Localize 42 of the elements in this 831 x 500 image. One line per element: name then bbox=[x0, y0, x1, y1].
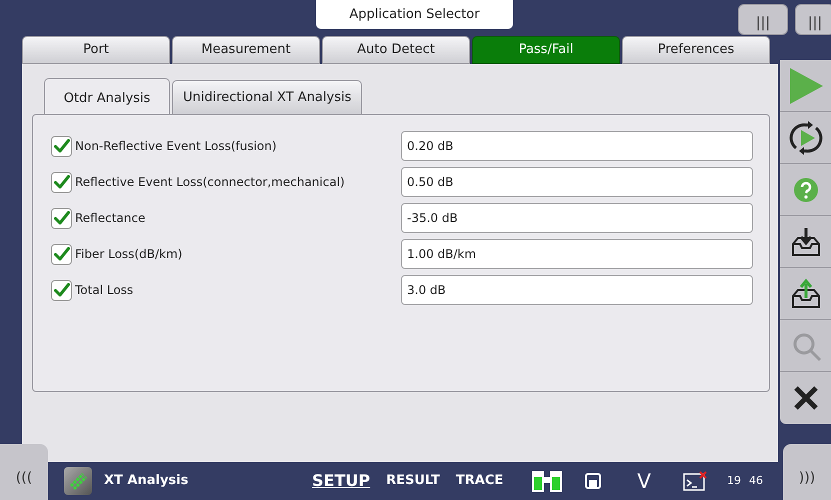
app-icon[interactable] bbox=[64, 467, 92, 495]
corner-tab[interactable]: ||| bbox=[738, 4, 788, 35]
app-name: XT Analysis bbox=[104, 472, 190, 490]
app-selector-tab[interactable]: Application Selector bbox=[316, 0, 513, 29]
threshold-label: Fiber Loss(dB/km) bbox=[75, 246, 182, 263]
tab[interactable]: Port bbox=[22, 36, 170, 64]
threshold-label: Total Loss bbox=[75, 282, 134, 299]
clock-minute: 46 bbox=[748, 472, 763, 489]
threshold-label: Reflectance bbox=[75, 210, 146, 227]
tab[interactable]: Preferences bbox=[622, 36, 770, 64]
checkbox[interactable] bbox=[51, 136, 72, 156]
terminal-icon[interactable] bbox=[682, 471, 707, 491]
check-icon bbox=[54, 139, 70, 153]
tab[interactable]: Pass/Fail bbox=[472, 36, 620, 64]
tab[interactable]: Auto Detect bbox=[322, 36, 470, 64]
threshold-field[interactable]: 0.20 dB bbox=[401, 131, 753, 161]
binoculars-icon[interactable] bbox=[531, 469, 564, 493]
tab[interactable]: Measurement bbox=[172, 36, 320, 64]
view-tab[interactable]: RESULT bbox=[386, 471, 440, 491]
check-icon bbox=[54, 247, 70, 261]
sub-tab[interactable]: Otdr Analysis bbox=[44, 78, 170, 115]
sub-tab[interactable]: Unidirectional XT Analysis bbox=[172, 80, 362, 115]
right-handle[interactable]: ))) bbox=[783, 444, 831, 500]
threshold-field[interactable]: -35.0 dB bbox=[401, 203, 753, 233]
threshold-label: Reflective Event Loss(connector,mechanical) bbox=[75, 174, 345, 191]
clock-hour: 19 bbox=[726, 472, 741, 489]
status-letter: V bbox=[637, 468, 651, 495]
check-icon bbox=[54, 283, 70, 297]
threshold-field[interactable]: 1.00 dB/km bbox=[401, 239, 753, 269]
checkbox[interactable] bbox=[51, 172, 72, 192]
view-tab[interactable]: SETUP bbox=[312, 469, 370, 493]
checkbox[interactable] bbox=[51, 244, 72, 264]
threshold-label: Non-Reflective Event Loss(fusion) bbox=[75, 138, 277, 155]
left-handle[interactable]: ((( bbox=[0, 444, 48, 500]
threshold-field[interactable]: 0.50 dB bbox=[401, 167, 753, 197]
view-tab[interactable]: TRACE bbox=[456, 471, 504, 491]
check-icon bbox=[54, 211, 70, 225]
checkbox[interactable] bbox=[51, 208, 72, 228]
checkbox[interactable] bbox=[51, 280, 72, 300]
check-icon bbox=[54, 175, 70, 189]
threshold-field[interactable]: 3.0 dB bbox=[401, 275, 753, 305]
corner-tab[interactable]: ||| bbox=[795, 4, 831, 35]
